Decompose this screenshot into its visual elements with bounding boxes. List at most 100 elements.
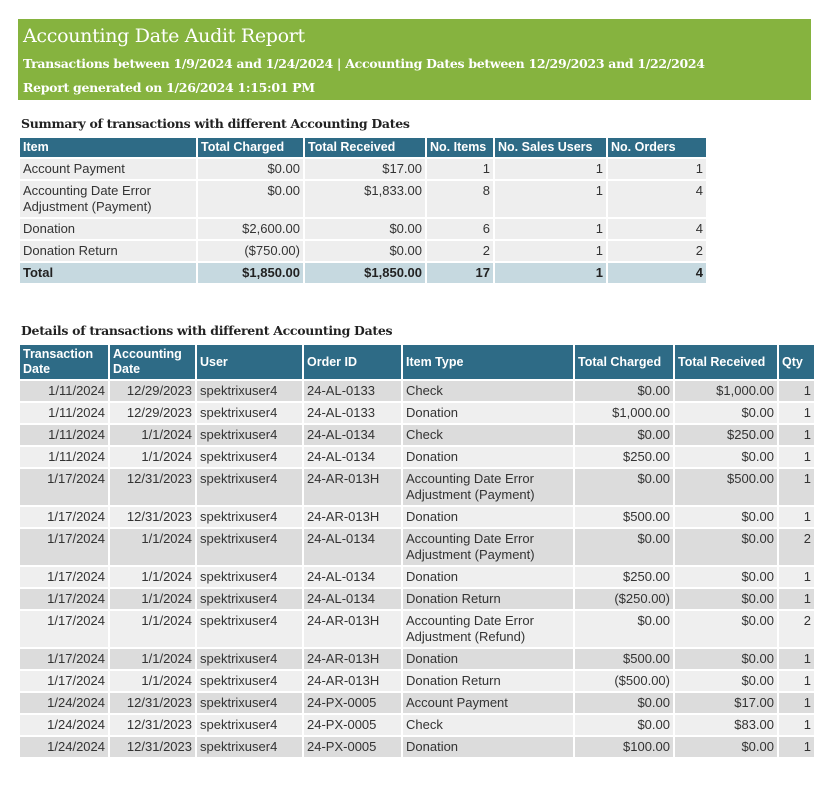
summary-row: Donation Return ($750.00) $0.00 2 1 2: [18, 239, 708, 263]
details-table: Transaction Date Accounting Date User Or…: [18, 343, 816, 759]
summary-row: Account Payment $0.00 $17.00 1 1 1: [18, 157, 708, 181]
details-header-total-received: Total Received: [673, 343, 779, 381]
details-cell-item-type: Account Payment: [401, 691, 575, 715]
details-cell-user: spektrixuser4: [195, 505, 304, 529]
details-cell-total-charged: ($250.00): [573, 587, 675, 611]
details-cell-qty: 1: [777, 467, 816, 507]
details-cell-total-received: $0.00: [673, 527, 779, 567]
summary-cell-total-charged: ($750.00): [196, 239, 305, 263]
details-cell-accounting-date: 1/1/2024: [108, 445, 197, 469]
summary-cell-total-received: $1,833.00: [303, 179, 427, 219]
details-cell-order-id: 24-PX-0005: [302, 735, 403, 759]
summary-total-no-sales-users: 1: [493, 261, 608, 285]
report-generated-timestamp: Report generated on 1/26/2024 1:15:01 PM: [23, 80, 315, 95]
details-cell-qty: 1: [777, 669, 816, 693]
details-cell-total-charged: $1,000.00: [573, 401, 675, 425]
details-cell-accounting-date: 12/29/2023: [108, 401, 197, 425]
report-header-banner: Accounting Date Audit Report Transaction…: [18, 19, 811, 100]
summary-header-total-received: Total Received: [303, 136, 427, 159]
summary-cell-total-received: $0.00: [303, 239, 427, 263]
details-cell-total-charged: $0.00: [573, 423, 675, 447]
details-cell-transaction-date: 1/17/2024: [18, 527, 110, 567]
summary-total-row: Total $1,850.00 $1,850.00 17 1 4: [18, 261, 708, 285]
details-cell-order-id: 24-AL-0134: [302, 423, 403, 447]
details-cell-accounting-date: 1/1/2024: [108, 587, 197, 611]
summary-cell-no-items: 6: [425, 217, 495, 241]
details-cell-accounting-date: 1/1/2024: [108, 609, 197, 649]
details-cell-item-type: Donation: [401, 565, 575, 589]
details-cell-transaction-date: 1/17/2024: [18, 647, 110, 671]
summary-cell-total-charged: $0.00: [196, 157, 305, 181]
summary-cell-total-received: $17.00: [303, 157, 427, 181]
details-cell-total-charged: $250.00: [573, 445, 675, 469]
details-cell-qty: 1: [777, 713, 816, 737]
details-cell-qty: 2: [777, 527, 816, 567]
summary-header-no-items: No. Items: [425, 136, 495, 159]
summary-cell-no-items: 2: [425, 239, 495, 263]
summary-cell-item: Account Payment: [18, 157, 198, 181]
details-row: 1/11/2024 1/1/2024 spektrixuser4 24-AL-0134…: [18, 445, 816, 469]
details-cell-transaction-date: 1/24/2024: [18, 735, 110, 759]
summary-cell-item: Donation: [18, 217, 198, 241]
details-cell-user: spektrixuser4: [195, 609, 304, 649]
summary-header-no-orders: No. Orders: [606, 136, 708, 159]
details-row: 1/17/2024 1/1/2024 spektrixuser4 24-AR-013H…: [18, 669, 816, 693]
details-cell-total-received: $250.00: [673, 423, 779, 447]
details-row: 1/17/2024 1/1/2024 spektrixuser4 24-AL-0134…: [18, 565, 816, 589]
details-cell-accounting-date: 12/31/2023: [108, 505, 197, 529]
details-cell-accounting-date: 12/31/2023: [108, 713, 197, 737]
details-cell-order-id: 24-AR-013H: [302, 505, 403, 529]
details-cell-total-received: $17.00: [673, 691, 779, 715]
summary-cell-no-items: 8: [425, 179, 495, 219]
details-cell-total-charged: $0.00: [573, 467, 675, 507]
details-cell-order-id: 24-AL-0133: [302, 401, 403, 425]
details-cell-user: spektrixuser4: [195, 647, 304, 671]
details-cell-qty: 1: [777, 587, 816, 611]
details-row: 1/17/2024 1/1/2024 spektrixuser4 24-AL-0134…: [18, 527, 816, 567]
details-cell-accounting-date: 12/31/2023: [108, 467, 197, 507]
summary-header-total-charged: Total Charged: [196, 136, 305, 159]
details-row: 1/24/2024 12/31/2023 spektrixuser4 24-PX-00…: [18, 735, 816, 759]
details-cell-total-received: $0.00: [673, 401, 779, 425]
details-cell-order-id: 24-AL-0134: [302, 565, 403, 589]
details-cell-transaction-date: 1/17/2024: [18, 587, 110, 611]
details-cell-order-id: 24-AR-013H: [302, 669, 403, 693]
details-cell-user: spektrixuser4: [195, 401, 304, 425]
details-cell-user: spektrixuser4: [195, 735, 304, 759]
summary-cell-no-items: 1: [425, 157, 495, 181]
summary-header-row: Item Total Charged Total Received No. It…: [18, 136, 708, 159]
summary-total-total-charged: $1,850.00: [196, 261, 305, 285]
summary-total-no-orders: 4: [606, 261, 708, 285]
details-cell-accounting-date: 12/31/2023: [108, 691, 197, 715]
summary-cell-no-orders: 4: [606, 217, 708, 241]
summary-cell-no-orders: 1: [606, 157, 708, 181]
details-cell-accounting-date: 1/1/2024: [108, 669, 197, 693]
details-cell-transaction-date: 1/17/2024: [18, 505, 110, 529]
details-cell-accounting-date: 1/1/2024: [108, 423, 197, 447]
details-cell-user: spektrixuser4: [195, 527, 304, 567]
details-row: 1/24/2024 12/31/2023 spektrixuser4 24-PX-00…: [18, 713, 816, 737]
details-header-total-charged: Total Charged: [573, 343, 675, 381]
details-cell-item-type: Donation: [401, 401, 575, 425]
details-header-row: Transaction Date Accounting Date User Or…: [18, 343, 816, 381]
details-cell-order-id: 24-AL-0133: [302, 379, 403, 403]
details-cell-transaction-date: 1/24/2024: [18, 691, 110, 715]
details-cell-item-type: Donation Return: [401, 669, 575, 693]
details-cell-item-type: Check: [401, 713, 575, 737]
details-cell-total-received: $0.00: [673, 565, 779, 589]
details-cell-total-received: $0.00: [673, 609, 779, 649]
details-cell-order-id: 24-PX-0005: [302, 713, 403, 737]
details-cell-accounting-date: 1/1/2024: [108, 565, 197, 589]
details-cell-transaction-date: 1/11/2024: [18, 379, 110, 403]
details-row: 1/17/2024 1/1/2024 spektrixuser4 24-AR-013H…: [18, 647, 816, 671]
details-cell-qty: 1: [777, 379, 816, 403]
details-cell-item-type: Check: [401, 423, 575, 447]
details-cell-total-charged: $250.00: [573, 565, 675, 589]
details-cell-user: spektrixuser4: [195, 445, 304, 469]
details-cell-total-received: $500.00: [673, 467, 779, 507]
details-cell-total-charged: $0.00: [573, 527, 675, 567]
details-cell-item-type: Donation: [401, 735, 575, 759]
summary-cell-total-charged: $2,600.00: [196, 217, 305, 241]
details-row: 1/17/2024 1/1/2024 spektrixuser4 24-AL-0134…: [18, 587, 816, 611]
details-header-item-type: Item Type: [401, 343, 575, 381]
